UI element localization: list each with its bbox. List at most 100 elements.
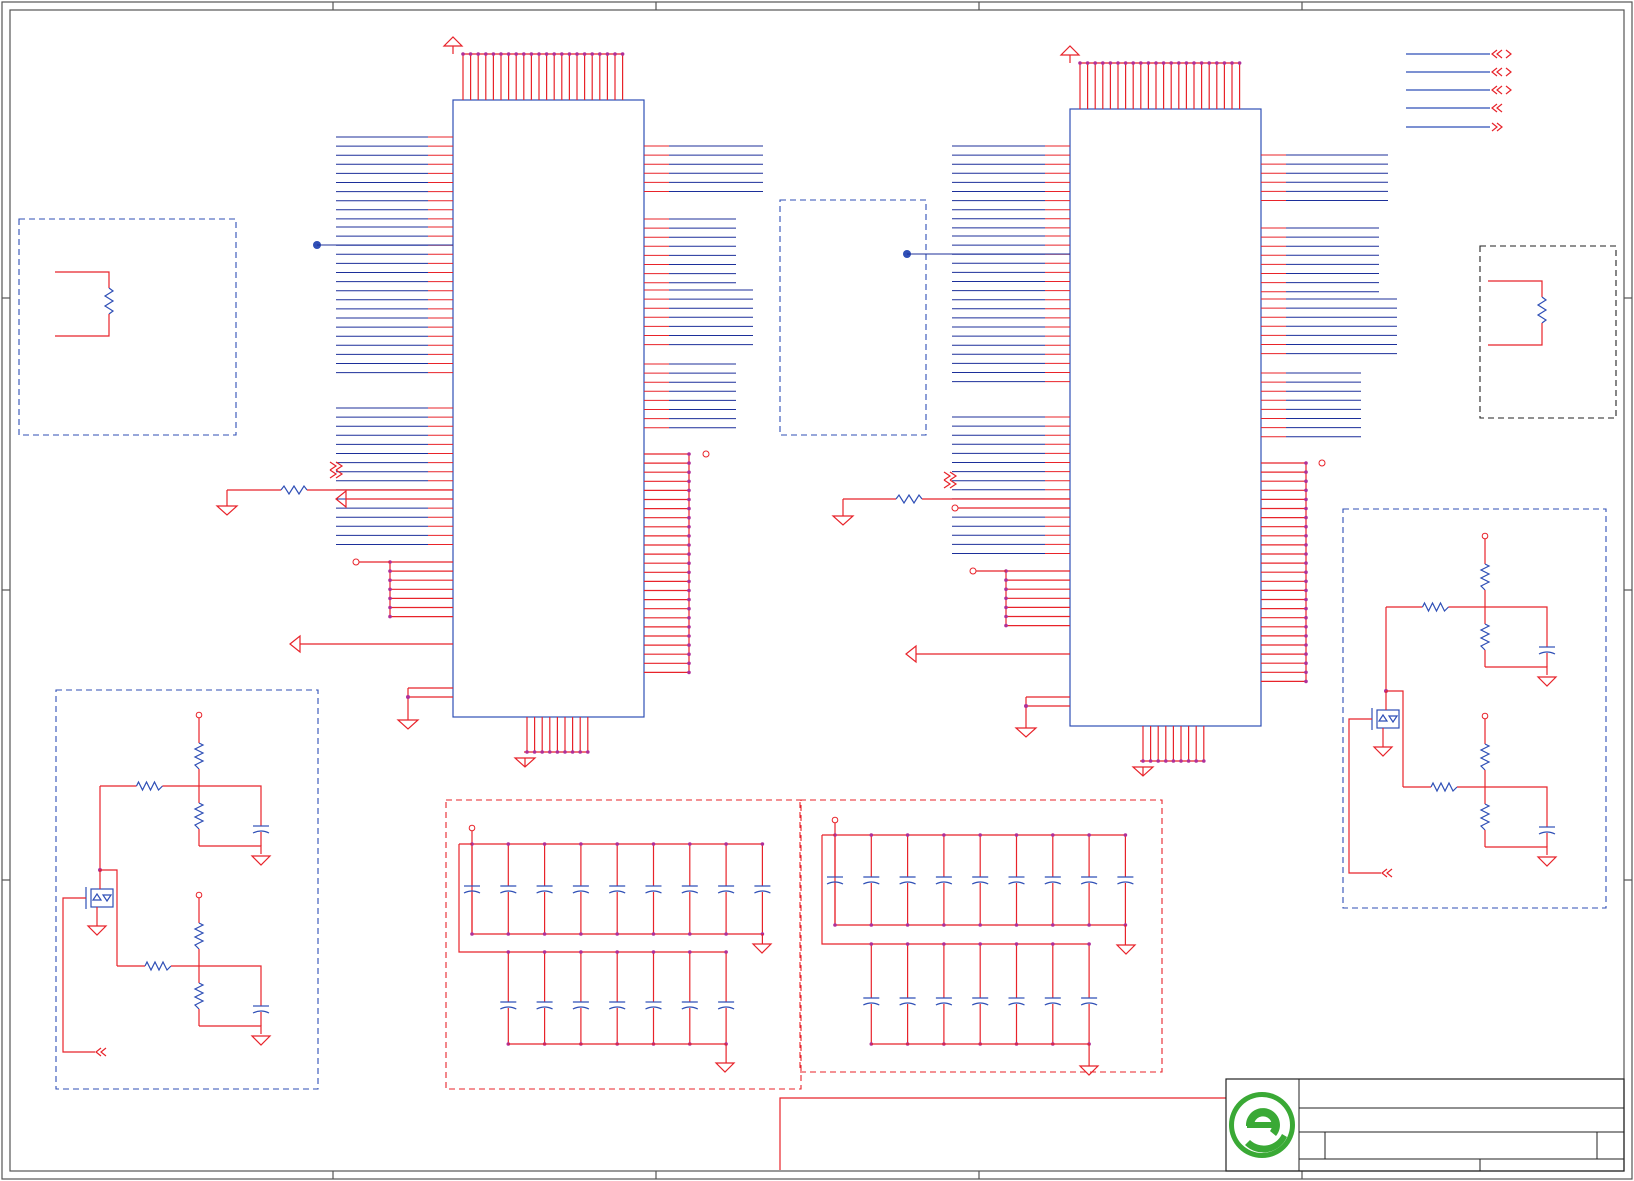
- mosfet-circuit: [62, 711, 272, 1057]
- capacitor-symbol: [1044, 997, 1062, 1006]
- resistor-symbol: [1479, 743, 1491, 771]
- capacitor-symbol: [1538, 646, 1556, 655]
- right-chip-right-pins: [1261, 154, 1397, 438]
- power-port: [468, 824, 476, 832]
- resistor-symbol: [193, 802, 205, 830]
- capacitor-symbol: [681, 885, 699, 894]
- left-chip-top-pins: [461, 52, 625, 100]
- power-port: [195, 711, 203, 719]
- capacitor-symbol: [935, 997, 953, 1006]
- right-chip-right-bus: [1261, 461, 1308, 684]
- power-port: [1481, 712, 1489, 720]
- ic-chip-right: [1069, 108, 1262, 727]
- schematic-sheet: [1, 1, 1633, 1180]
- capacitor-symbol: [608, 885, 626, 894]
- capacitor-symbol: [1117, 876, 1134, 885]
- capacitor-symbol: [500, 1001, 517, 1010]
- block-right-mosfet: [1342, 508, 1607, 909]
- capacitor-symbol: [935, 876, 953, 885]
- ground-symbol: [714, 1062, 736, 1073]
- power-port: [442, 36, 464, 54]
- capacitor-symbol: [645, 885, 662, 894]
- capacitor-symbol: [681, 1001, 699, 1010]
- capacitor-symbol: [536, 885, 553, 894]
- capacitor-symbol: [717, 885, 735, 894]
- block-middle: [779, 199, 927, 436]
- capacitor-symbol: [971, 876, 989, 885]
- resistor-symbol: [1488, 280, 1548, 346]
- resistor-symbol: [193, 982, 205, 1010]
- mosfet-symbol: [85, 887, 114, 909]
- offpage-connector: [1381, 868, 1393, 878]
- resistor-symbol: [193, 742, 205, 770]
- ground-symbol: [1372, 746, 1394, 757]
- ground-symbol: [86, 925, 108, 936]
- title-block: [779, 1078, 1625, 1172]
- ic-chip-left: [452, 99, 645, 718]
- capacitor-symbol: [572, 1001, 590, 1010]
- right-chip-misc: [831, 459, 1326, 777]
- left-chip-left-pins: [336, 136, 453, 545]
- power-port: [1059, 45, 1081, 63]
- block-right-resistor: [1479, 245, 1617, 419]
- left-chip-misc: [215, 450, 710, 768]
- capacitor-symbol: [971, 997, 989, 1006]
- capacitor-symbol: [608, 1001, 626, 1010]
- decoupling-capacitor-bank: [821, 816, 1137, 1076]
- ground-symbol: [1536, 676, 1558, 687]
- mosfet-circuit: [1348, 532, 1558, 878]
- left-chip-right-pins: [644, 145, 763, 429]
- right-chip-left-pins: [952, 145, 1070, 554]
- capacitor-symbol: [1080, 997, 1098, 1006]
- capacitor-symbol: [1538, 826, 1556, 835]
- right-chip-left-bus: [1004, 569, 1070, 628]
- zone-ticks: [2, 2, 1632, 1179]
- capacitor-symbol: [252, 1005, 270, 1014]
- capacitor-symbol: [754, 885, 771, 894]
- capacitor-symbol: [1008, 997, 1025, 1006]
- capacitor-symbol: [1044, 876, 1062, 885]
- ground-symbol: [1078, 1065, 1100, 1076]
- ground-symbol: [1536, 856, 1558, 867]
- company-logo: [1229, 1092, 1295, 1158]
- ground-symbol: [250, 1035, 272, 1046]
- capacitor-symbol: [863, 997, 880, 1006]
- left-chip-right-bus: [644, 452, 691, 675]
- offpage-connector: [95, 1047, 107, 1057]
- capacitor-symbol: [1080, 876, 1098, 885]
- capacitor-symbol: [717, 1001, 735, 1010]
- capacitor-symbol: [645, 1001, 662, 1010]
- mosfet-symbol: [1371, 708, 1400, 730]
- block-left-resistor: [18, 218, 237, 436]
- capacitor-symbol: [1008, 876, 1025, 885]
- left-chip-bottom-pins: [524, 717, 590, 754]
- capacitor-symbol: [252, 825, 270, 834]
- right-chip-top-pins: [1078, 61, 1242, 109]
- block-decoupling-left: [445, 799, 802, 1090]
- capacitor-symbol: [899, 876, 916, 885]
- block-decoupling-right: [799, 799, 1163, 1073]
- resistor-symbol: [1479, 563, 1491, 591]
- ground-symbol: [751, 943, 773, 954]
- capacitor-symbol: [899, 997, 916, 1006]
- power-port: [831, 816, 839, 824]
- capacitor-symbol: [500, 885, 517, 894]
- pin-wires: [336, 52, 1397, 763]
- ground-symbol: [1115, 944, 1137, 955]
- resistor-symbol: [1430, 781, 1458, 793]
- outer-frame: [1, 1, 1633, 1180]
- power-port: [195, 891, 203, 899]
- ground-symbol: [250, 855, 272, 866]
- resistor-symbol: [1479, 623, 1491, 651]
- resistor-symbol: [55, 271, 115, 337]
- power-port: [1481, 532, 1489, 540]
- offpage-connector: [1491, 49, 1512, 132]
- capacitor-symbol: [863, 876, 880, 885]
- right-chip-bottom-pins: [1140, 726, 1206, 763]
- resistor-symbol: [135, 780, 163, 792]
- capacitor-symbol: [536, 1001, 553, 1010]
- resistor-symbol: [193, 922, 205, 950]
- inner-frame: [9, 9, 1625, 1172]
- net-bus-legend: [1406, 49, 1512, 132]
- resistor-symbol: [1479, 803, 1491, 831]
